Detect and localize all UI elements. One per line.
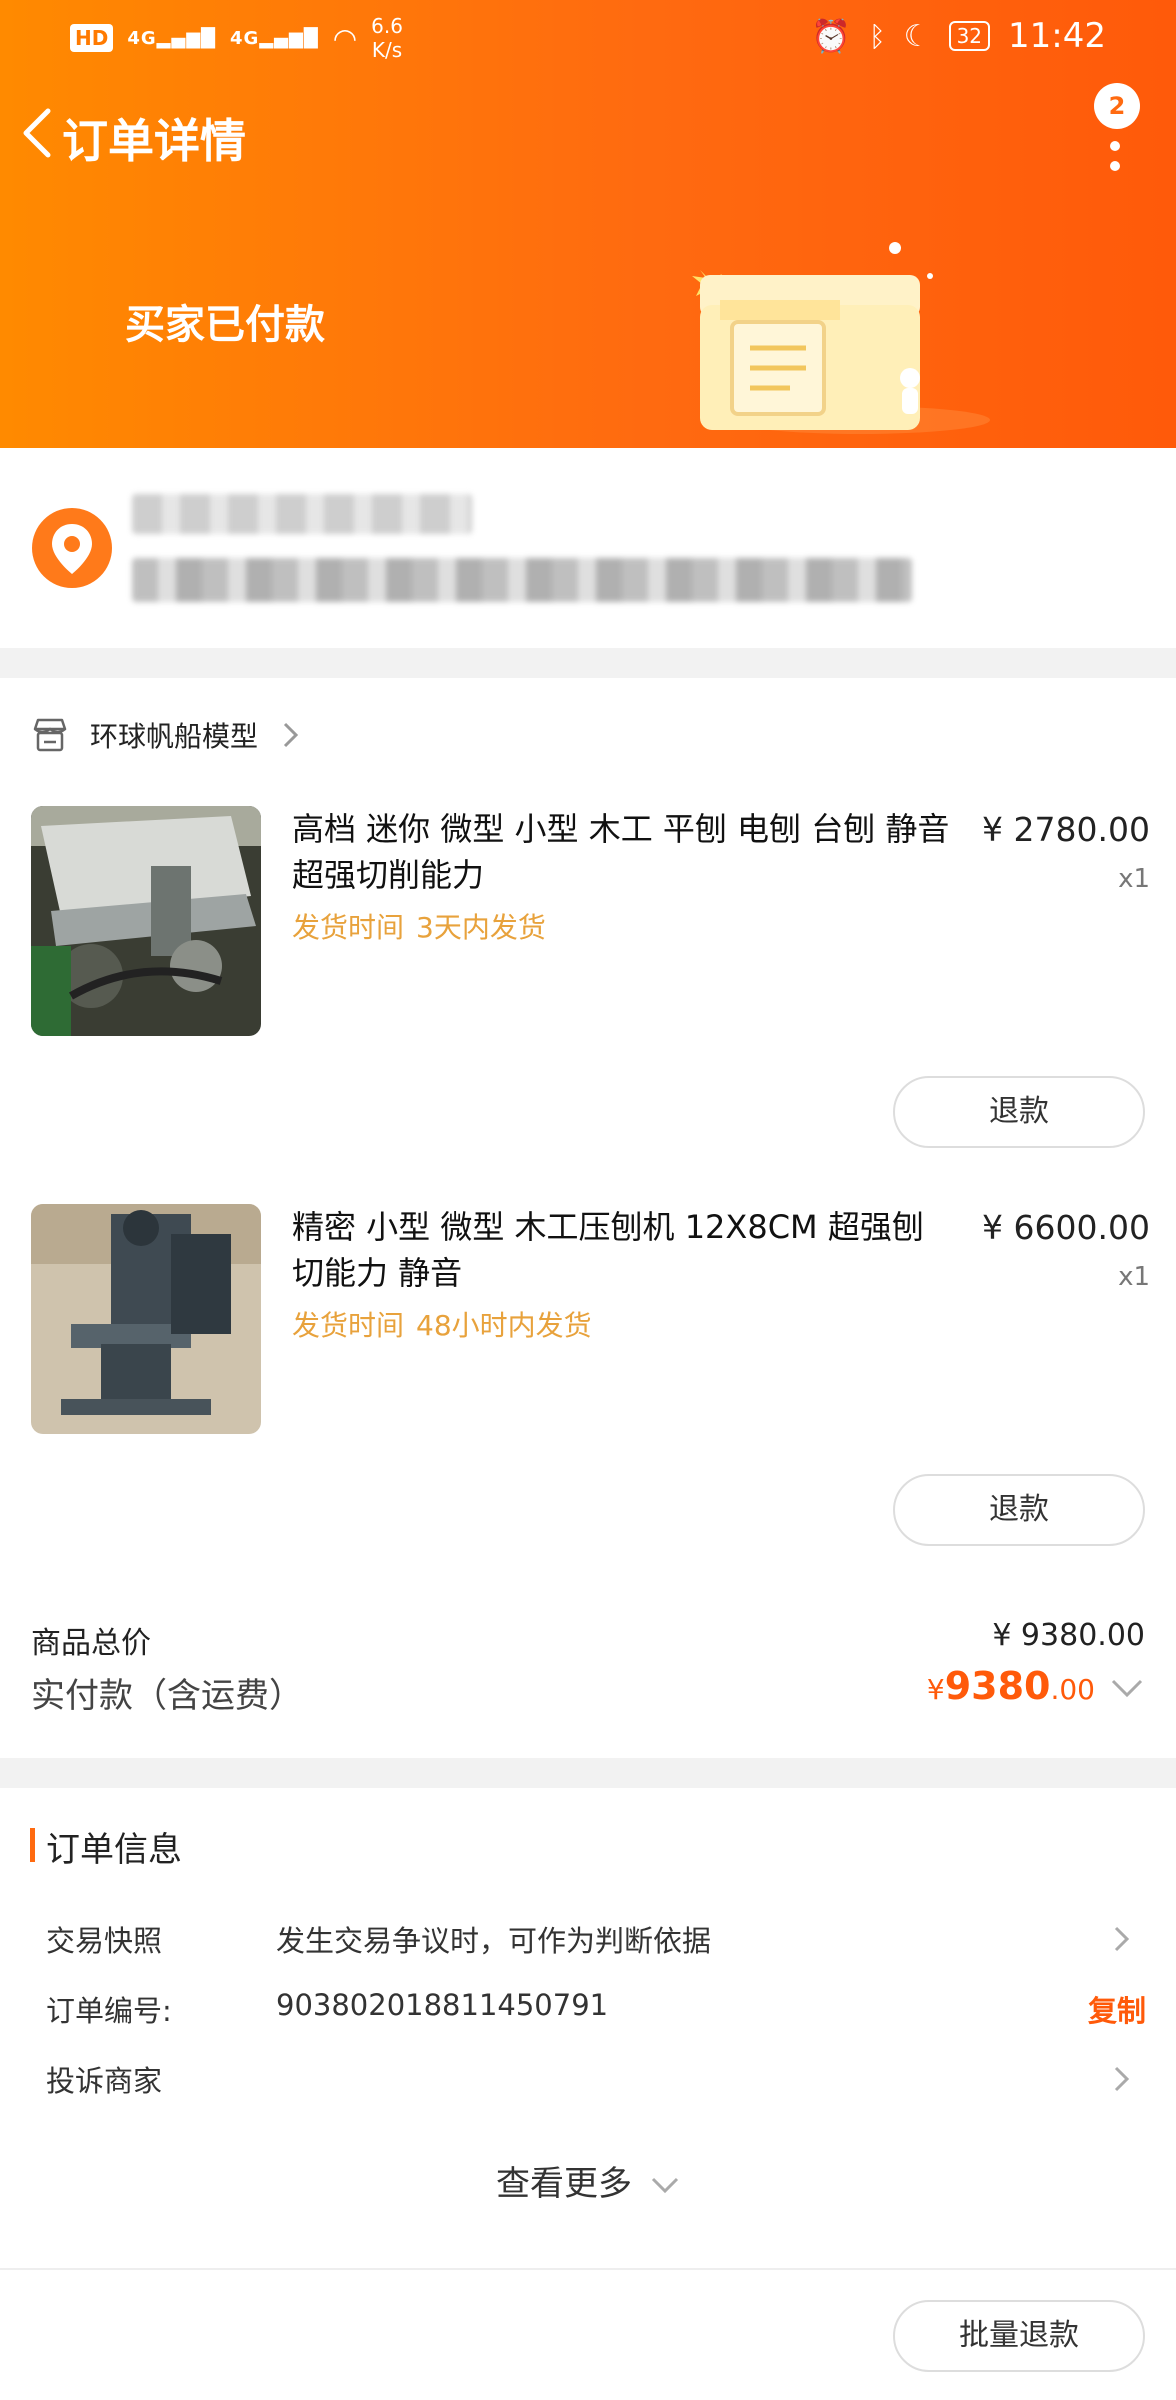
paid-label: 实付款（含运费）: [31, 1676, 303, 1716]
product-item[interactable]: 精密 小型 微型 木工压刨机 12X8CM 超强刨切能力 静音 发货时间 48小时…: [0, 1204, 1176, 1574]
order-number-label: 订单编号:: [46, 1994, 172, 2028]
signal-icon-2: 4G▂▄▆█: [230, 27, 319, 49]
order-info-card: 订单信息 交易快照 发生交易争议时，可作为判断依据 订单编号: 90380201…: [0, 1788, 1176, 2268]
goods-total-row: 商品总价 ¥ 9380.00: [31, 1618, 1145, 1664]
goods-total-label: 商品总价: [31, 1626, 151, 1661]
back-arrow-icon[interactable]: [14, 103, 60, 163]
more-dot-icon: [1110, 141, 1120, 151]
bluetooth-icon: ᛒ: [868, 19, 886, 53]
nav-bar: 订单详情 2: [0, 83, 1176, 175]
shipping-time: 发货时间 48小时内发货: [292, 1309, 592, 1342]
chevron-down-icon: [651, 2177, 679, 2193]
product-image: [31, 1204, 261, 1434]
paid-total-row[interactable]: 实付款（含运费） ¥9380.00: [31, 1664, 1145, 1724]
complain-row[interactable]: 投诉商家: [46, 2058, 1146, 2104]
chevron-right-icon: [1114, 2066, 1130, 2092]
alarm-icon: ⏰: [811, 17, 851, 55]
hd-indicator: HD: [70, 24, 114, 52]
product-price: ¥ 6600.00: [982, 1208, 1150, 1247]
items-card: 环球帆船模型 高档 迷你 微型 小型 木工 平刨 电刨 台刨 静音 超强切削能力…: [0, 678, 1176, 1758]
product-price: ¥ 2780.00: [982, 810, 1150, 849]
product-quantity: x1: [1118, 864, 1150, 894]
chevron-right-icon: [1114, 1926, 1130, 1952]
location-pin-icon: [32, 508, 112, 588]
more-menu-button[interactable]: 2: [1086, 83, 1146, 183]
order-status: 买家已付款: [125, 302, 325, 348]
shipping-time: 发货时间 3天内发货: [292, 911, 546, 944]
shop-link[interactable]: 环球帆船模型: [30, 710, 302, 760]
network-speed: 6.6 K/s: [371, 14, 403, 62]
goods-total-value: ¥ 9380.00: [992, 1618, 1145, 1653]
snapshot-row[interactable]: 交易快照 发生交易争议时，可作为判断依据: [46, 1918, 1146, 1964]
signal-icon: 4G▂▄▆█: [127, 27, 217, 49]
shop-name: 环球帆船模型: [90, 720, 259, 753]
product-image: [31, 806, 261, 1036]
order-header: HD 4G▂▄▆█ 4G▂▄▆█ ◠ 6.6 K/s ⏰ ᛒ ☾ 32 11:42…: [0, 0, 1176, 448]
paid-amount: ¥9380.00: [926, 1664, 1095, 1708]
package-illustration: [692, 242, 990, 434]
page-title: 订单详情: [62, 114, 246, 168]
recipient-name-blurred: [132, 494, 472, 534]
snapshot-value: 发生交易争议时，可作为判断依据: [276, 1924, 712, 1958]
address-card[interactable]: [0, 448, 1176, 648]
status-bar: HD 4G▂▄▆█ 4G▂▄▆█ ◠ 6.6 K/s ⏰ ᛒ ☾ 32 11:42: [0, 0, 1176, 72]
complain-label: 投诉商家: [46, 2064, 163, 2098]
recipient-address-blurred: [132, 558, 912, 602]
battery-icon: 32: [948, 21, 991, 51]
product-title: 精密 小型 微型 木工压刨机 12X8CM 超强刨切能力 静音: [292, 1208, 924, 1292]
clock: 11:42: [1008, 16, 1106, 56]
moon-icon: ☾: [903, 18, 931, 54]
copy-button[interactable]: 复制: [1088, 1988, 1146, 2030]
order-info-title: 订单信息: [46, 1830, 182, 1870]
wifi-icon: ◠: [332, 21, 358, 55]
section-marker: [30, 1828, 35, 1862]
refund-button[interactable]: 退款: [893, 1474, 1145, 1546]
product-quantity: x1: [1118, 1262, 1150, 1292]
order-number-row: 订单编号: 903802018811450791 复制: [46, 1988, 1146, 2034]
chevron-right-icon: [283, 722, 299, 748]
product-item[interactable]: 高档 迷你 微型 小型 木工 平刨 电刨 台刨 静音 超强切削能力 发货时间 3天…: [0, 806, 1176, 1176]
order-number-value: 903802018811450791: [276, 1988, 609, 2022]
batch-refund-button[interactable]: 批量退款: [893, 2300, 1145, 2372]
chevron-down-icon[interactable]: [1109, 1676, 1145, 1700]
refund-button[interactable]: 退款: [893, 1076, 1145, 1148]
product-title: 高档 迷你 微型 小型 木工 平刨 电刨 台刨 静音 超强切削能力: [292, 810, 950, 894]
notification-badge: 2: [1094, 83, 1140, 129]
bottom-action-bar: 批量退款: [0, 2268, 1176, 2400]
more-dot-icon: [1110, 161, 1120, 171]
see-more-button[interactable]: 查看更多: [0, 2156, 1176, 2205]
store-icon: [33, 718, 67, 752]
snapshot-label: 交易快照: [46, 1924, 163, 1958]
